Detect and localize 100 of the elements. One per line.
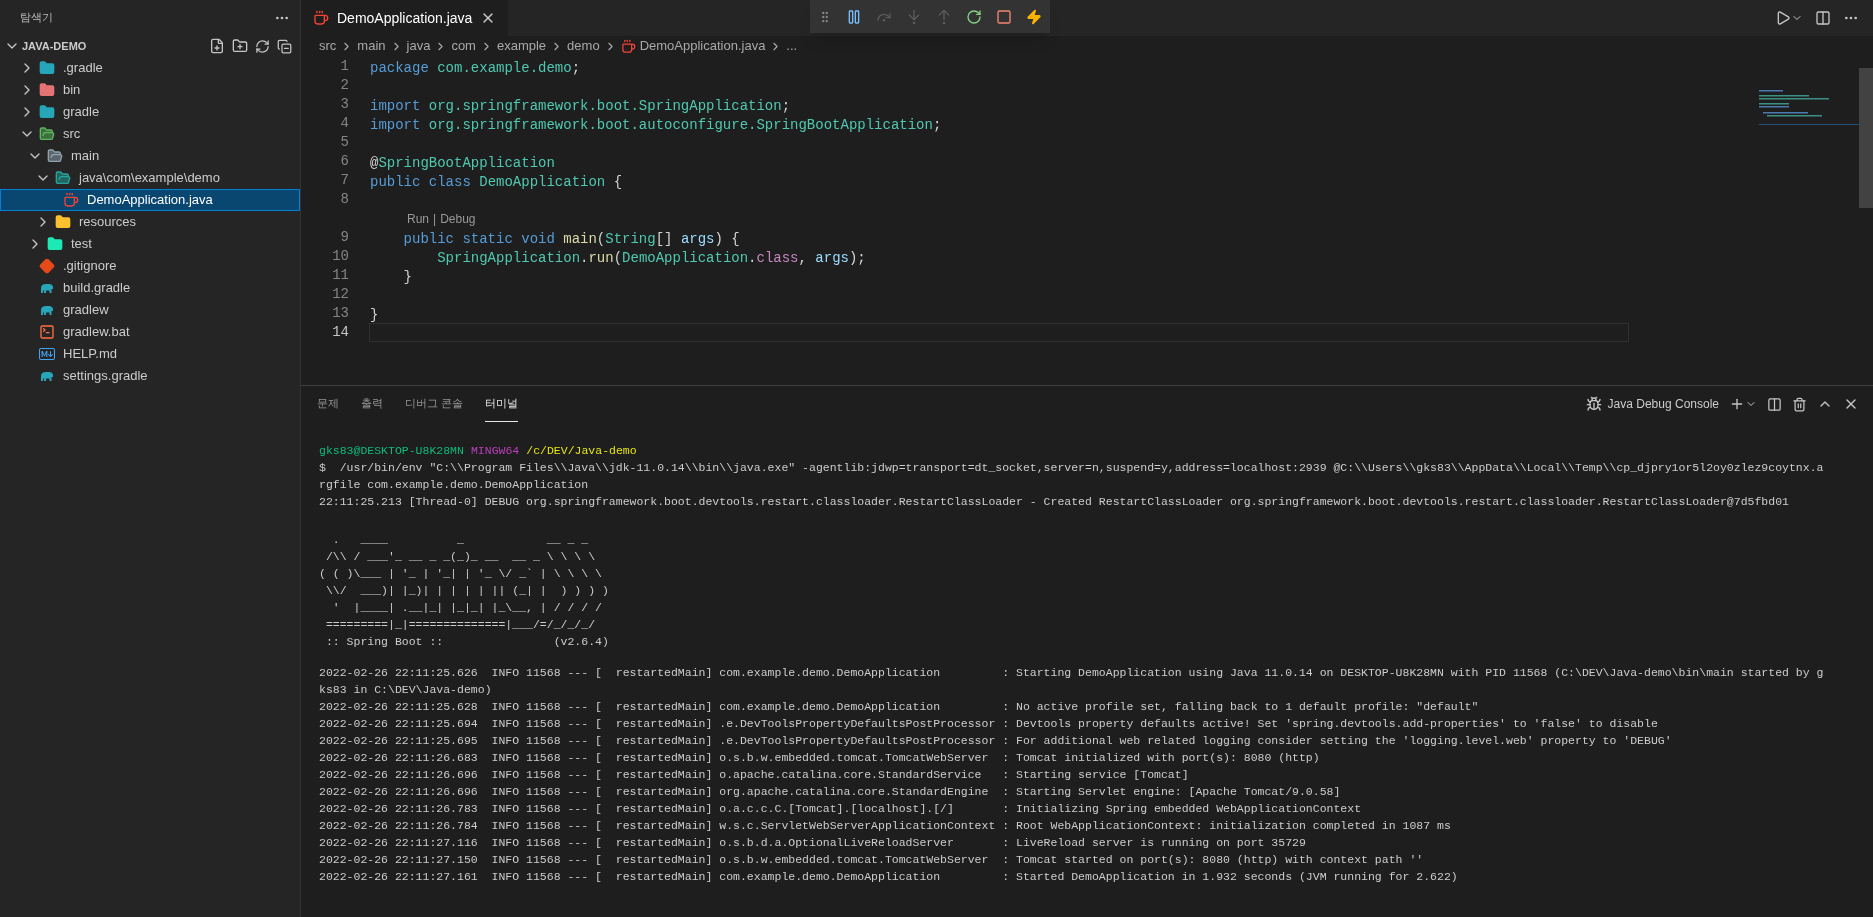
lightning-button[interactable] xyxy=(1026,8,1042,25)
code-line: @SpringBootApplication xyxy=(370,155,555,171)
log-line: 2022-02-26 22:11:25.694 INFO 11568 --- [ restartedMain] .e.DevToolsPropertyDefaultsPostProcessor : Devtools property defaults active! Set 'spring.devtools.add-properties' to 'false' to disable xyxy=(319,716,1658,732)
line-number: 11 xyxy=(331,266,349,285)
banner-line: /\\ / ___'_ __ _ _(_)_ __ __ _ \ \ \ \ xyxy=(324,549,596,565)
bug-icon xyxy=(1585,396,1602,412)
line-number: 10 xyxy=(331,247,349,266)
tree-item[interactable]: gradlew xyxy=(0,299,300,321)
trash-icon[interactable] xyxy=(1792,396,1807,412)
panel-tab[interactable]: 터미널 xyxy=(485,386,519,422)
file-name: .gradle xyxy=(63,59,103,78)
terminal-selector[interactable]: Java Debug Console xyxy=(1585,395,1719,413)
split-terminal-icon[interactable] xyxy=(1767,396,1782,412)
line-number: 12 xyxy=(331,285,349,304)
tree-item[interactable]: gradle xyxy=(0,101,300,123)
code-line: } xyxy=(370,307,379,323)
line-number: 2 xyxy=(339,76,349,95)
tree-item[interactable]: gradlew.bat xyxy=(0,321,300,343)
folder-icon xyxy=(39,60,55,76)
folder-icon xyxy=(55,214,71,230)
panel-tab[interactable]: 디버그 콘솔 xyxy=(405,386,464,422)
file-name: gradlew xyxy=(63,301,109,320)
tree-item[interactable]: main xyxy=(0,145,300,167)
file-name: .gitignore xyxy=(63,257,117,276)
separator: | xyxy=(433,210,437,228)
pause-button[interactable] xyxy=(846,8,862,25)
breadcrumb[interactable]: main xyxy=(357,36,386,56)
breadcrumb[interactable]: src xyxy=(319,36,337,56)
file-name: resources xyxy=(79,213,137,232)
file-name: java\com\example\demo xyxy=(79,169,220,188)
tree-item[interactable]: resources xyxy=(0,211,300,233)
restart-button[interactable] xyxy=(966,8,982,25)
log-line: 2022-02-26 22:11:25.695 INFO 11568 --- [ restartedMain] .e.DevToolsPropertyDefaultsPostProcessor : For additional web related logging consider setting the 'logging.level.web' property to 'DEBUG' xyxy=(319,733,1672,749)
split-editor-icon[interactable] xyxy=(1815,10,1831,26)
run-icon[interactable] xyxy=(1775,10,1791,26)
code-line: import org.springframework.boot.SpringApplication; xyxy=(370,98,791,114)
file-name: src xyxy=(63,125,81,144)
breadcrumb[interactable]: java xyxy=(406,36,431,56)
new-folder-icon[interactable] xyxy=(232,38,248,54)
breadcrumb[interactable]: com xyxy=(451,36,476,56)
file-name: bin xyxy=(63,81,81,100)
log-line: 2022-02-26 22:11:26.696 INFO 11568 --- [ restartedMain] org.apache.catalina.core.StandardEngine : Starting Servlet engine: [Apache Tomcat/9.0.58] xyxy=(319,784,1341,800)
breadcrumb[interactable]: ... xyxy=(786,36,798,56)
scrollbar[interactable] xyxy=(1859,68,1873,208)
editor-tab[interactable]: DemoApplication.java xyxy=(301,0,509,36)
code-line: public static void main(String[] args) { xyxy=(402,231,740,247)
tree-item[interactable]: .gradle xyxy=(0,57,300,79)
breadcrumb[interactable]: demo xyxy=(567,36,600,56)
tree-item[interactable]: .gitignore xyxy=(0,255,300,277)
panel-tab[interactable]: 문제 xyxy=(317,386,339,422)
code-line: SpringApplication.run(DemoApplication.class, args); xyxy=(436,250,866,266)
codelens-link[interactable]: Run xyxy=(407,209,429,228)
code-line: package com.example.demo; xyxy=(370,60,581,76)
log-line: 2022-02-26 22:11:26.784 INFO 11568 --- [ restartedMain] w.s.c.ServletWebServerApplicationContext : Root WebApplicationContext: initialization completed in 1087 ms xyxy=(319,818,1451,834)
codelens-link[interactable]: Debug xyxy=(440,209,476,228)
file-name: HELP.md xyxy=(63,345,117,364)
prompt-path: /c/DEV/Java-demo xyxy=(526,443,637,459)
file-name: test xyxy=(71,235,92,254)
banner-line: :: Spring Boot :: (v2.6.4) xyxy=(324,634,609,650)
log-line: 2022-02-26 22:11:26.696 INFO 11568 --- [ restartedMain] o.apache.catalina.core.StandardService : Starting service [Tomcat] xyxy=(319,767,1189,783)
refresh-icon[interactable] xyxy=(255,38,270,54)
terminal-name: Java Debug Console xyxy=(1607,396,1719,413)
section-title[interactable]: JAVA-DEMO xyxy=(22,37,87,55)
breadcrumb[interactable]: example xyxy=(496,36,547,56)
code-line: } xyxy=(402,269,412,285)
tree-item[interactable]: src xyxy=(0,123,300,145)
tree-item[interactable]: java\com\example\demo xyxy=(0,167,300,189)
log-line: 2022-02-26 22:11:25.626 INFO 11568 --- [ restartedMain] com.example.demo.DemoApplication : Starting DemoApplication using Java 11.0.14 on DESKTOP-U8K28MN with PID 11568 (C:\DEV\Java-demo\bin\main started by g xyxy=(319,665,1824,681)
banner-line: ' |____| .__|_| |_|_| |_\__, | / / / / xyxy=(331,600,602,616)
prompt-shell: MINGW64 xyxy=(470,443,520,459)
collapse-all-icon[interactable] xyxy=(277,38,292,54)
banner-line: ( ( )\___ | '_ | '_| | '_ \/ _` | \ \ \ \ xyxy=(319,566,602,582)
new-file-icon[interactable] xyxy=(209,38,225,54)
line-number: 1 xyxy=(339,57,349,76)
tree-item[interactable]: HELP.md xyxy=(0,343,300,365)
tree-item[interactable]: test xyxy=(0,233,300,255)
line-number: 6 xyxy=(339,152,349,171)
coffee-cup-icon xyxy=(620,38,636,54)
stop-button[interactable] xyxy=(996,8,1012,25)
code-line: public class DemoApplication { xyxy=(370,174,623,190)
tree-item[interactable]: settings.gradle xyxy=(0,365,300,387)
line-number: 14 xyxy=(331,323,349,342)
panel-tab[interactable]: 출력 xyxy=(361,386,383,422)
markdown-icon xyxy=(39,346,55,362)
tree-item[interactable]: DemoApplication.java xyxy=(0,189,300,211)
new-terminal-icon[interactable] xyxy=(1729,396,1745,412)
terminal-icon xyxy=(39,324,55,340)
log-line: 2022-02-26 22:11:27.161 INFO 11568 --- [ restartedMain] com.example.demo.DemoApplication : Started DemoApplication in 1.932 seconds (JVM running for 2.622) xyxy=(319,869,1458,885)
log-line: 2022-02-26 22:11:25.628 INFO 11568 --- [ restartedMain] com.example.demo.DemoApplication : No active profile set, falling back to 1 default profile: "default" xyxy=(319,699,1479,715)
line-number: 13 xyxy=(331,304,349,323)
banner-line: . ____ _ __ _ _ xyxy=(331,532,589,548)
breadcrumb[interactable]: DemoApplication.java xyxy=(639,36,766,56)
terminal-line: rgfile com.example.demo.DemoApplication xyxy=(319,477,589,493)
tree-item[interactable]: build.gradle xyxy=(0,277,300,299)
file-name: gradle xyxy=(63,103,100,122)
git-icon xyxy=(39,258,55,274)
open-folder-icon xyxy=(39,126,55,142)
line-number: 3 xyxy=(339,95,349,114)
log-line: ks83 in C:\DEV\Java-demo) xyxy=(319,682,492,698)
tree-item[interactable]: bin xyxy=(0,79,300,101)
